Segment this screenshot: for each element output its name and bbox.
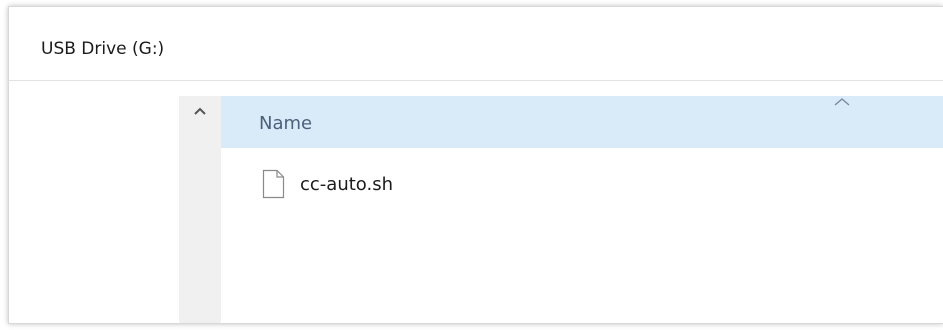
- file-list-item[interactable]: cc-auto.sh: [221, 159, 943, 211]
- navigation-pane: [9, 81, 179, 323]
- screen: USB Drive (G:) Name cc-auto.sh: [0, 0, 943, 330]
- document-icon: [262, 169, 285, 199]
- title-bar: USB Drive (G:): [9, 7, 943, 81]
- chevron-up-icon: [194, 107, 206, 115]
- sort-ascending-icon: [834, 98, 850, 106]
- column-header-name[interactable]: Name: [221, 96, 943, 148]
- scroll-up-button[interactable]: [179, 96, 221, 126]
- explorer-window: USB Drive (G:) Name cc-auto.sh: [8, 6, 943, 324]
- window-title: USB Drive (G:): [41, 39, 165, 59]
- file-name: cc-auto.sh: [300, 174, 393, 195]
- vertical-scrollbar[interactable]: [179, 96, 221, 323]
- column-header-label: Name: [259, 113, 313, 134]
